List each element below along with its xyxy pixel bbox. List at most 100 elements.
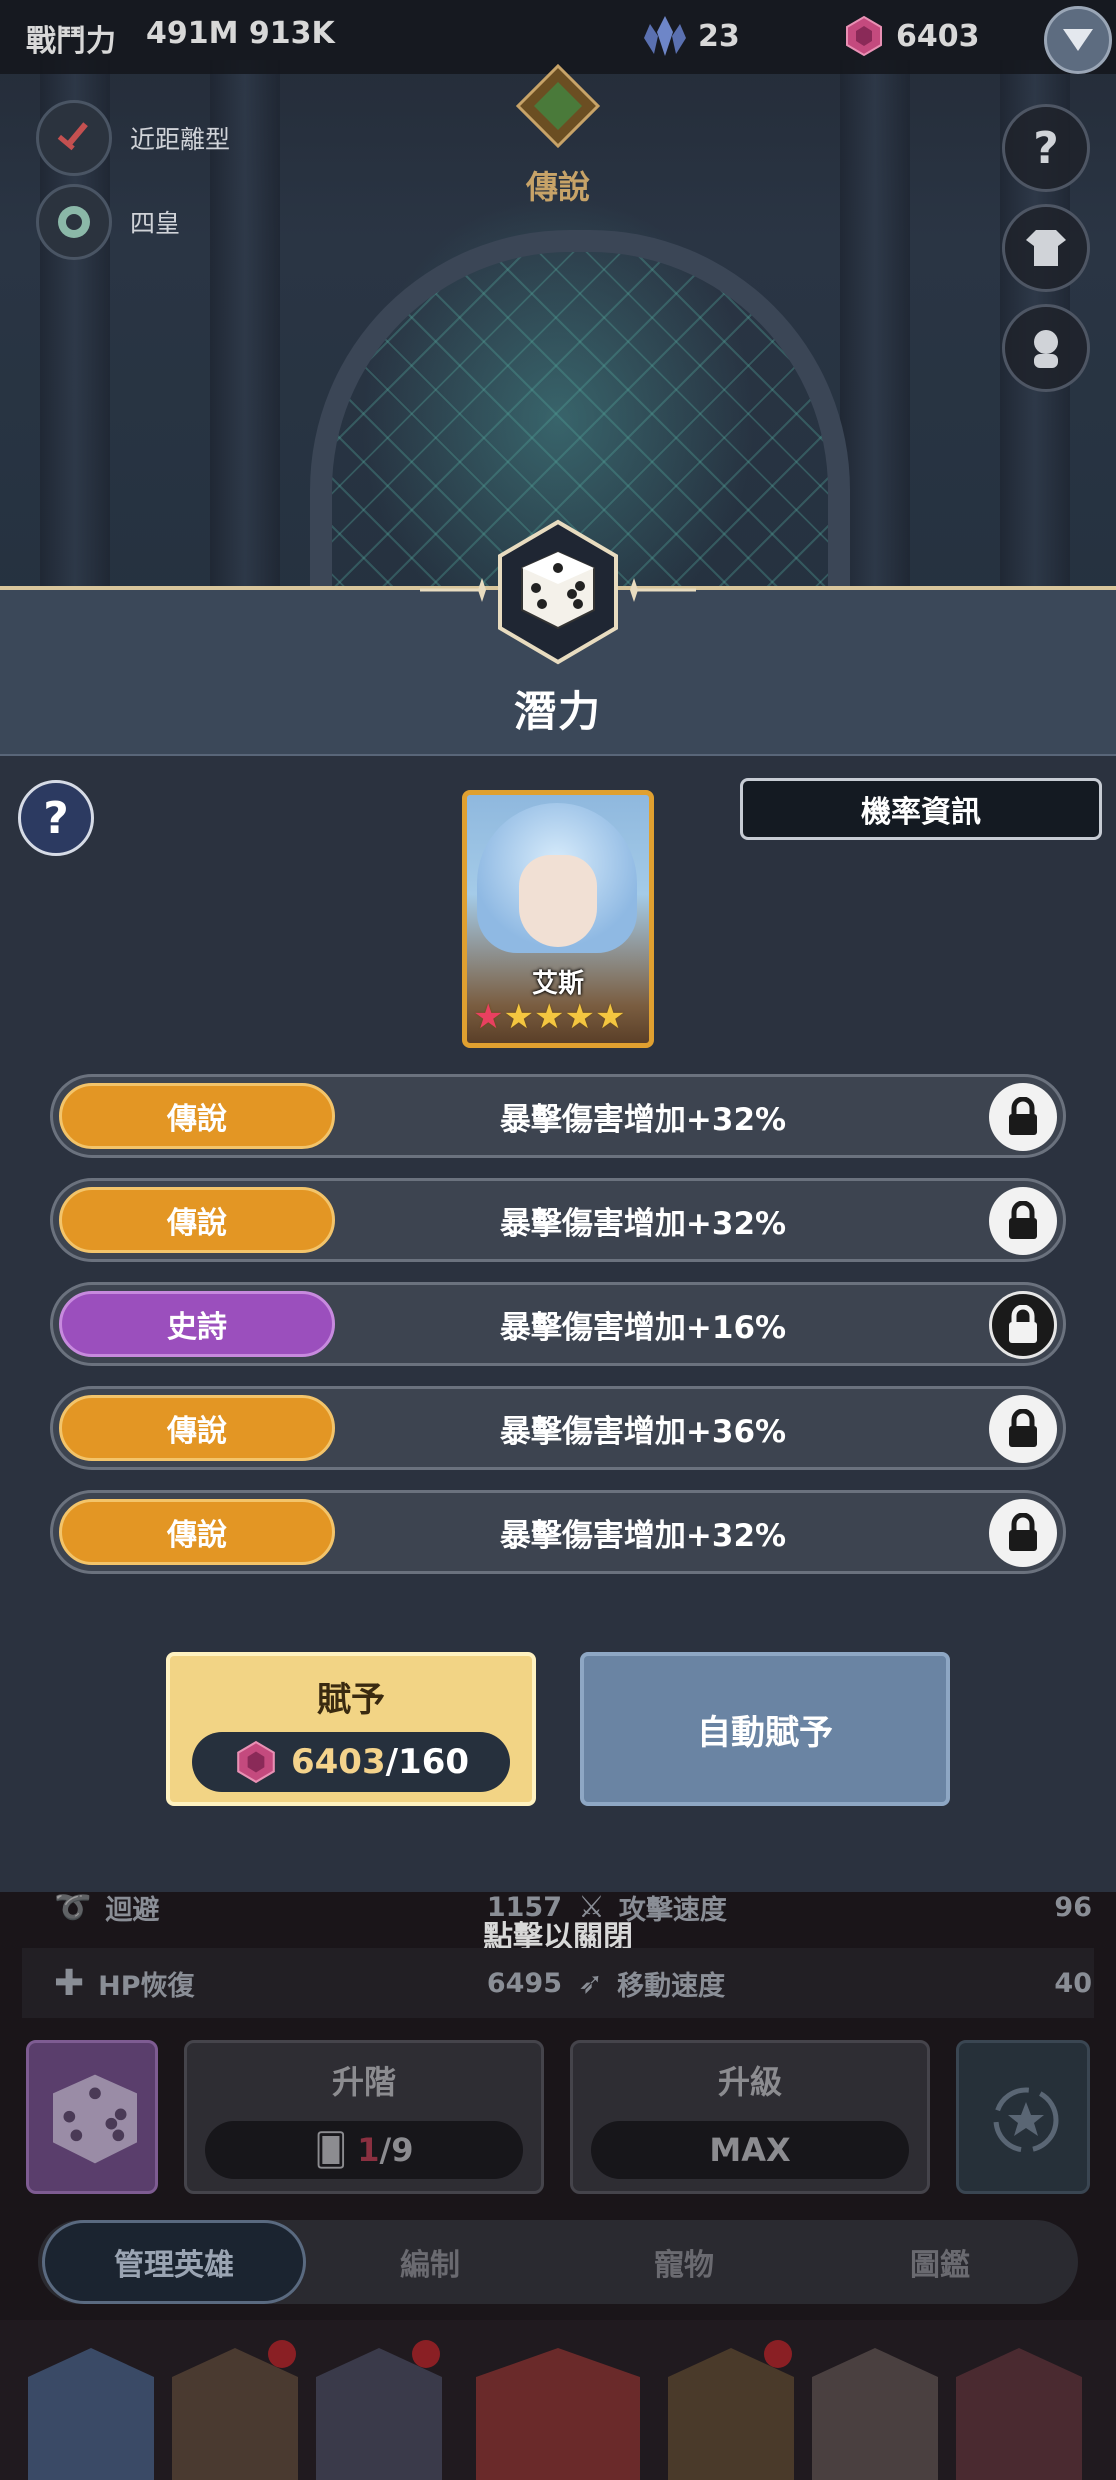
promote-progress: 🂠 1/9 <box>205 2121 523 2179</box>
tier-badge: 傳說 <box>59 1499 335 1565</box>
potential-dice-button[interactable] <box>26 2040 158 2194</box>
potential-effect: 暴擊傷害增加+32% <box>499 1205 787 1242</box>
hero-tabs: 管理英雄 編制 寵物 圖鑑 <box>38 2220 1078 2304</box>
hero-group-tag: 四皇 <box>36 184 180 260</box>
lock-toggle-button[interactable] <box>989 1083 1057 1151</box>
level-up-label: 升級 <box>717 2063 782 2101</box>
probability-info-button[interactable]: 機率資訊 <box>740 778 1102 840</box>
star-icon: ★ <box>503 997 534 1037</box>
hero-type-label: 近距離型 <box>130 125 231 154</box>
stone-required: /160 <box>385 1742 470 1782</box>
stat-row: ✚ HP恢復 6495 ➶ 移動速度 40 <box>22 1948 1094 2018</box>
nav-return-icon[interactable] <box>476 2348 640 2480</box>
star-cycle-icon <box>993 2087 1059 2153</box>
level-up-button[interactable]: 升級 MAX <box>570 2040 930 2194</box>
header-divider <box>0 754 1116 756</box>
star-upgrade-button[interactable] <box>956 2040 1090 2194</box>
hero-type-tag: 近距離型 <box>36 100 230 176</box>
dice-badge-icon <box>498 519 618 665</box>
menu-dropdown-button[interactable] <box>1044 6 1112 74</box>
lock-icon <box>1009 1409 1037 1447</box>
potential-row: 傳說 暴擊傷害增加+36% <box>50 1386 1066 1470</box>
card-icon: 🂠 <box>314 2131 348 2169</box>
boot-icon: ➶ <box>578 1965 604 2001</box>
nav-shop-icon[interactable] <box>956 2348 1082 2480</box>
group-emblem-icon <box>36 184 112 260</box>
lock-toggle-button[interactable] <box>989 1395 1057 1463</box>
crystal-icon <box>644 16 686 56</box>
sword-icon <box>36 100 112 176</box>
potential-stone-counter[interactable]: 6403 <box>842 14 980 58</box>
shirt-icon <box>1026 230 1066 266</box>
potential-effect: 暴擊傷害增加+32% <box>499 1517 787 1554</box>
combat-power-value: 491M 913K <box>146 16 335 51</box>
auto-grant-button[interactable]: 自動賦予 <box>580 1652 950 1806</box>
star-icon: ★ <box>533 997 565 1037</box>
rank-label: 傳說 <box>525 168 590 206</box>
level-value: MAX <box>591 2121 909 2179</box>
potential-stone-count: 6403 <box>896 18 980 54</box>
grant-button[interactable]: 賦予 6403/160 <box>166 1652 536 1806</box>
help-circle-button[interactable]: ? <box>1002 104 1090 192</box>
hero-star-rating: ★ ★ ★ ★ ★ <box>473 997 625 1037</box>
tier-badge: 傳說 <box>59 1187 335 1253</box>
promote-button[interactable]: 升階 🂠 1/9 <box>184 2040 544 2194</box>
potential-effect: 暴擊傷害增加+32% <box>499 1101 787 1138</box>
potential-row: 史詩 暴擊傷害增加+16% <box>50 1282 1066 1366</box>
star-icon: ★ <box>594 997 626 1037</box>
profile-button[interactable] <box>1002 304 1090 392</box>
hp-regen-stat: ✚ HP恢復 <box>54 1963 195 2004</box>
tab-formation[interactable]: 編制 <box>340 2220 520 2304</box>
lock-icon <box>1009 1097 1037 1135</box>
nav-hero-icon[interactable] <box>28 2348 154 2480</box>
hero-face <box>519 855 597 947</box>
lock-toggle-button[interactable] <box>989 1187 1057 1255</box>
tab-pets[interactable]: 寵物 <box>594 2220 774 2304</box>
potential-modal: 潛力 ? 機率資訊 艾斯 ★ ★ ★ ★ ★ 傳說 暴擊傷害增加+32% 傳說 … <box>0 519 1116 1896</box>
promote-current: 1 <box>357 2131 380 2169</box>
top-status-bar: 戰鬥力 491M 913K 23 6403 <box>0 0 1116 74</box>
hp-regen-label: HP恢復 <box>98 1970 195 2002</box>
lock-toggle-button[interactable] <box>989 1499 1057 1567</box>
sparkle-right-icon <box>630 578 696 602</box>
modal-title: 潛力 <box>513 687 602 736</box>
lock-toggle-button[interactable] <box>989 1291 1057 1359</box>
potential-stone-icon <box>237 1740 275 1784</box>
question-icon: ? <box>1033 122 1059 174</box>
tab-collection[interactable]: 圖鑑 <box>850 2220 1030 2304</box>
potential-effect: 暴擊傷害增加+36% <box>499 1413 787 1450</box>
tier-badge: 傳說 <box>59 1395 335 1461</box>
crystal-count: 23 <box>698 18 740 54</box>
costume-button[interactable] <box>1002 204 1090 292</box>
sparkle-left-icon <box>420 578 486 602</box>
hero-name: 艾斯 <box>531 969 584 999</box>
hp-regen-value: 6495 <box>486 1967 562 1999</box>
potential-stone-icon <box>846 15 882 57</box>
dice-icon <box>53 2074 137 2164</box>
crystal-counter[interactable]: 23 <box>640 14 740 58</box>
potential-row: 傳說 暴擊傷害增加+32% <box>50 1074 1066 1158</box>
tab-manage-hero[interactable]: 管理英雄 <box>42 2220 306 2304</box>
lock-icon <box>1009 1305 1037 1343</box>
potential-help-button[interactable]: ? <box>18 780 94 856</box>
promote-label: 升階 <box>331 2063 396 2101</box>
tier-badge: 史詩 <box>59 1291 335 1357</box>
move-speed-stat: ➶ 移動速度 <box>578 1964 725 2003</box>
plus-icon: ✚ <box>54 1962 85 2004</box>
lock-icon <box>1009 1513 1037 1551</box>
rank-emblem-icon <box>516 64 600 148</box>
hero-group-label: 四皇 <box>130 209 181 238</box>
grant-label: 賦予 <box>317 1680 385 1720</box>
move-speed-value: 40 <box>1054 1967 1092 1999</box>
bottom-navigation <box>0 2320 1116 2480</box>
notification-dot <box>764 2340 792 2368</box>
character-icon <box>1034 330 1058 368</box>
potential-effect: 暴擊傷害增加+16% <box>499 1309 787 1346</box>
nav-quest-icon[interactable] <box>812 2348 938 2480</box>
hero-card: 艾斯 ★ ★ ★ ★ ★ <box>462 790 654 1048</box>
potential-row: 傳說 暴擊傷害增加+32% <box>50 1178 1066 1262</box>
stone-owned: 6403 <box>290 1742 386 1782</box>
promote-total: /9 <box>379 2131 414 2169</box>
notification-dot <box>268 2340 296 2368</box>
pillar <box>840 60 910 600</box>
